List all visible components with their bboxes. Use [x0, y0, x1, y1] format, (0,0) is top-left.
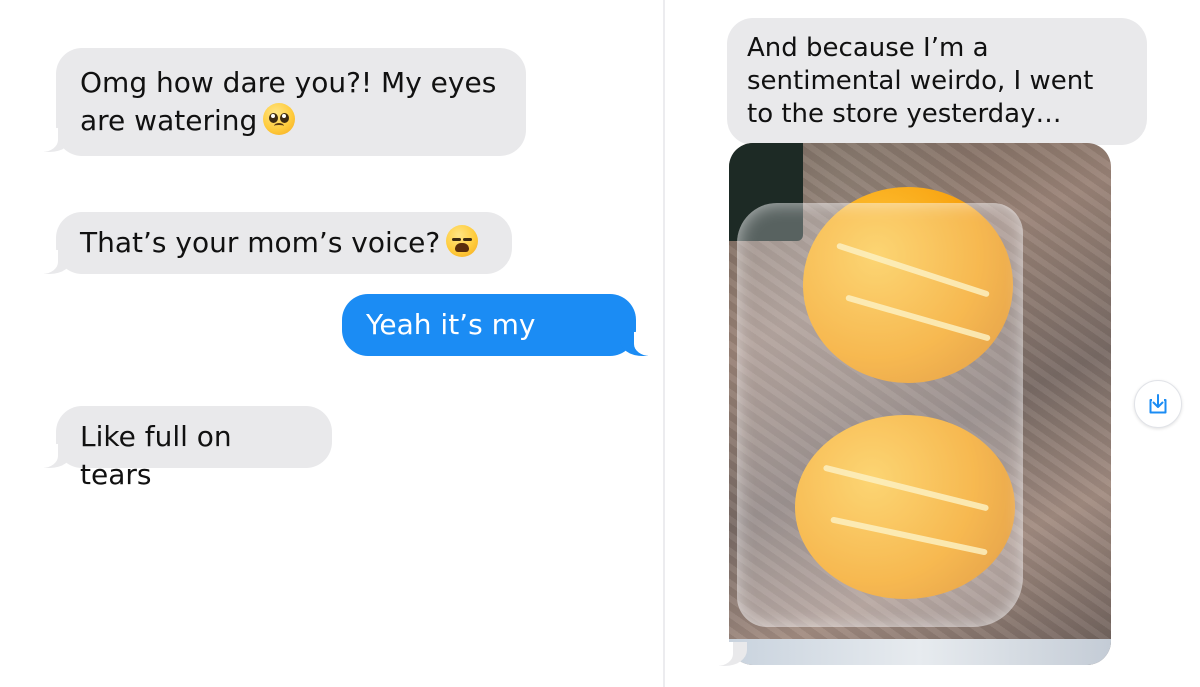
plastic-wrap	[737, 203, 1023, 627]
bubble-tail	[620, 332, 662, 356]
right-conversation-pane: And because I’m a sentimental weirdo, I …	[665, 0, 1200, 687]
message-bubble-incoming[interactable]: Like full on tears	[56, 406, 332, 491]
message-bubble-incoming[interactable]: That’s your mom’s voice?	[56, 212, 512, 274]
message-bubble-incoming[interactable]: Omg how dare you?! My eyes are watering	[56, 48, 526, 156]
message-bubble-outgoing[interactable]: Yeah it’s my mom	[342, 294, 636, 379]
photo-message-two-oranges[interactable]	[729, 143, 1111, 665]
left-conversation-pane: Omg how dare you?! My eyes are watering …	[0, 0, 663, 687]
save-image-button[interactable]	[1134, 380, 1182, 428]
message-text: Yeah it’s my mom	[366, 308, 536, 379]
message-text: And because I’m a sentimental weirdo, I …	[747, 33, 1094, 129]
message-text: Like full on tears	[80, 420, 232, 491]
weary-face-emoji-icon	[446, 225, 479, 257]
message-text: That’s your mom’s voice?	[80, 226, 441, 259]
save-download-icon	[1149, 394, 1167, 414]
message-bubble-incoming[interactable]: And because I’m a sentimental weirdo, I …	[727, 18, 1147, 145]
pleading-face-emoji-icon	[263, 103, 296, 135]
floor-strip	[729, 639, 1111, 665]
